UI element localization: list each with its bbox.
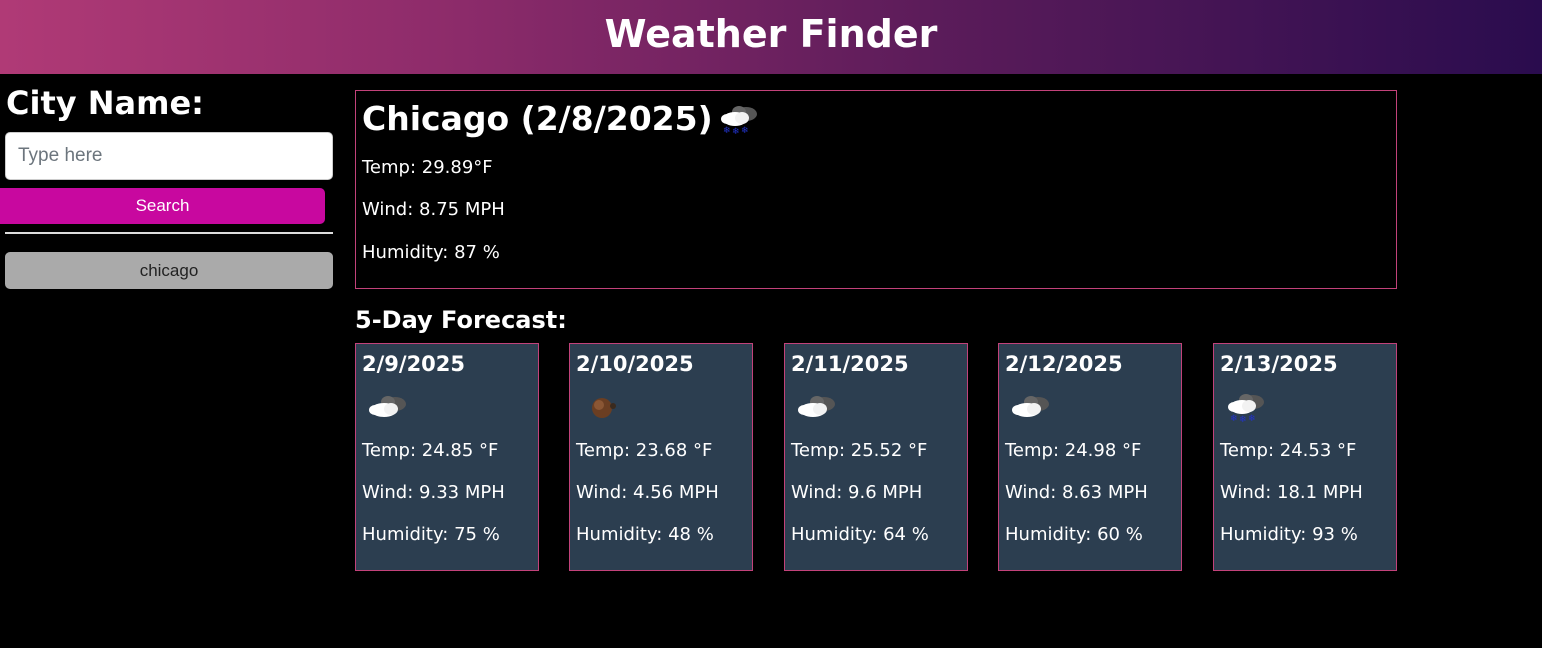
current-city-title: Chicago (2/8/2025)	[362, 99, 713, 138]
broken-clouds-icon	[798, 396, 835, 417]
history-item-chicago[interactable]: chicago	[5, 252, 333, 289]
app-title: Weather Finder	[604, 12, 938, 56]
forecast-humidity: Humidity: 93 %	[1220, 524, 1358, 545]
search-sidebar: City Name: Search chicago	[0, 74, 340, 648]
snow-cloud-icon: ❄ ❄ ❄	[720, 105, 757, 137]
current-weather-title-row: Chicago (2/8/2025) ❄ ❄ ❄	[362, 99, 763, 138]
app-header: Weather Finder	[0, 0, 1542, 74]
forecast-wind: Wind: 8.63 MPH	[1005, 482, 1148, 503]
search-button[interactable]: Search	[0, 188, 325, 224]
forecast-card: 2/9/2025 Temp: 24.85 °F Wind: 9.33 MPH H…	[355, 343, 539, 571]
current-humidity: Humidity: 87 %	[362, 242, 500, 263]
broken-clouds-icon	[369, 396, 406, 417]
forecast-temp: Temp: 23.68 °F	[576, 440, 713, 461]
forecast-temp: Temp: 24.53 °F	[1220, 440, 1357, 461]
forecast-humidity: Humidity: 48 %	[576, 524, 714, 545]
forecast-temp: Temp: 24.85 °F	[362, 440, 499, 461]
clear-night-icon	[592, 398, 616, 418]
forecast-card: 2/11/2025 Temp: 25.52 °F Wind: 9.6 MPH H…	[784, 343, 968, 571]
forecast-date: 2/13/2025	[1220, 352, 1338, 376]
forecast-card: 2/12/2025 Temp: 24.98 °F Wind: 8.63 MPH …	[998, 343, 1182, 571]
forecast-wind: Wind: 9.33 MPH	[362, 482, 505, 503]
svg-text:❄: ❄	[732, 127, 740, 137]
forecast-card: 2/13/2025 ❄ ❄ ❄ Temp: 24.53 °F Wind: 18.…	[1213, 343, 1397, 571]
current-temp: Temp: 29.89°F	[362, 157, 493, 178]
forecast-card: 2/10/2025 Temp: 23.68 °F Wind: 4.56 MPH …	[569, 343, 753, 571]
forecast-temp: Temp: 24.98 °F	[1005, 440, 1142, 461]
forecast-date: 2/10/2025	[576, 352, 694, 376]
city-name-label: City Name:	[6, 84, 204, 122]
forecast-wind: Wind: 9.6 MPH	[791, 482, 923, 503]
snow-cloud-icon: ❄ ❄ ❄	[1228, 394, 1264, 424]
svg-text:❄: ❄	[723, 126, 731, 136]
svg-text:❄: ❄	[1239, 415, 1247, 424]
forecast-humidity: Humidity: 60 %	[1005, 524, 1143, 545]
broken-clouds-icon	[1012, 396, 1049, 417]
forecast-temp: Temp: 25.52 °F	[791, 440, 928, 461]
svg-text:❄: ❄	[741, 126, 749, 136]
forecast-date: 2/9/2025	[362, 352, 466, 376]
forecast-humidity: Humidity: 64 %	[791, 524, 929, 545]
forecast-date: 2/11/2025	[791, 352, 909, 376]
forecast-humidity: Humidity: 75 %	[362, 524, 500, 545]
city-search-input[interactable]	[5, 132, 333, 180]
forecast-heading: 5-Day Forecast:	[355, 306, 567, 334]
svg-text:❄: ❄	[1230, 414, 1238, 424]
forecast-wind: Wind: 4.56 MPH	[576, 482, 719, 503]
forecast-date: 2/12/2025	[1005, 352, 1123, 376]
forecast-wind: Wind: 18.1 MPH	[1220, 482, 1363, 503]
sidebar-divider	[5, 232, 333, 234]
current-weather-panel: Chicago (2/8/2025) ❄ ❄ ❄ Temp: 29.89°F W…	[355, 90, 1397, 289]
svg-text:❄: ❄	[1248, 414, 1256, 424]
current-wind: Wind: 8.75 MPH	[362, 199, 505, 220]
